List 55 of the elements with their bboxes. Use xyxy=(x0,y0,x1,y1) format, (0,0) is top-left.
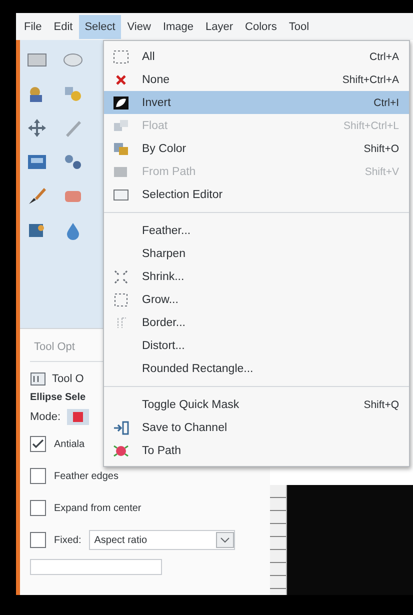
menu-item[interactable]: Save to Channel xyxy=(104,416,409,439)
dotted-rectangle-icon xyxy=(113,50,129,64)
checkbox-label: Fixed: xyxy=(54,534,82,546)
mode-label: Mode: xyxy=(30,411,61,423)
checkbox[interactable] xyxy=(30,532,46,548)
menu-item[interactable]: Sharpen xyxy=(104,242,409,265)
checkbox-label: Expand from center xyxy=(54,502,142,514)
invert-icon xyxy=(113,96,129,110)
menu-title[interactable]: File xyxy=(18,14,48,38)
checkbox[interactable] xyxy=(30,500,46,516)
shrink-icon xyxy=(113,268,129,284)
caret-icon[interactable] xyxy=(216,532,234,548)
menu-title[interactable]: Select xyxy=(78,14,122,38)
checkbox-label: Feather edges xyxy=(54,470,118,482)
menu-item[interactable]: By Color Shift+O xyxy=(104,137,409,160)
menu-item[interactable]: Border... xyxy=(104,311,409,334)
menu-item[interactable]: Selection Editor xyxy=(104,183,409,206)
menu-item[interactable]: To Path xyxy=(104,439,409,462)
menu-item[interactable]: Feather... xyxy=(104,219,409,242)
menu-item[interactable]: Rounded Rectangle... xyxy=(104,357,409,380)
menu-item[interactable]: Invert Ctrl+I xyxy=(104,91,409,114)
float-icon xyxy=(113,118,129,132)
tool-options-icon xyxy=(30,372,46,386)
checkbox[interactable] xyxy=(30,436,46,452)
menu-title[interactable]: Edit xyxy=(48,14,79,38)
checkbox[interactable] xyxy=(30,468,46,484)
tool-options-header: Tool O xyxy=(52,373,84,385)
menu-title[interactable]: Image xyxy=(156,14,200,38)
move-icon[interactable] xyxy=(26,118,48,138)
menu-title[interactable]: Colors xyxy=(239,14,283,38)
aspect-dropdown[interactable]: Aspect ratio xyxy=(89,530,236,550)
grow-icon xyxy=(113,292,129,308)
save-channel-icon xyxy=(113,420,129,434)
menu-item[interactable]: Toggle Quick Mask Shift+Q xyxy=(104,393,409,416)
size-field[interactable] xyxy=(30,559,162,575)
color-select-icon xyxy=(113,142,129,156)
mode-button[interactable] xyxy=(66,409,89,425)
cross-icon xyxy=(115,74,127,86)
brush-icon[interactable] xyxy=(26,186,48,206)
menu-item[interactable]: Grow... xyxy=(104,288,409,311)
border-icon xyxy=(115,316,127,330)
path-icon xyxy=(113,442,129,458)
tool-name: Ellipse Sele xyxy=(30,392,87,403)
menu-item[interactable]: None Shift+Ctrl+A xyxy=(104,68,409,91)
selection-editor-icon xyxy=(113,188,129,202)
menu-title[interactable]: Tool xyxy=(282,14,316,38)
menu-item[interactable]: All Ctrl+A xyxy=(104,45,409,68)
menu-title[interactable]: Layer xyxy=(200,14,240,38)
path-select-icon xyxy=(113,164,129,178)
menu-item[interactable]: Shrink... xyxy=(104,265,409,288)
menu-item[interactable]: Distort... xyxy=(104,334,409,357)
checkbox-label: Antiala xyxy=(54,438,85,450)
circles-icon[interactable] xyxy=(62,152,84,172)
frame-icon[interactable] xyxy=(26,152,48,172)
menu-title[interactable]: View xyxy=(121,14,157,38)
